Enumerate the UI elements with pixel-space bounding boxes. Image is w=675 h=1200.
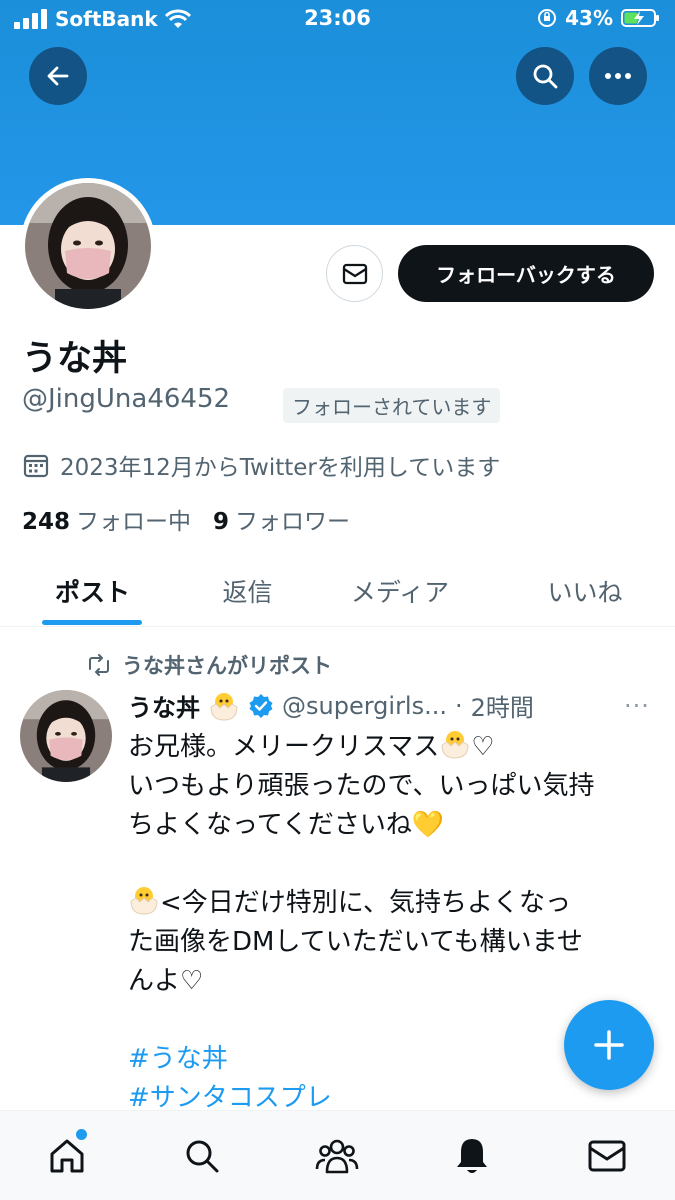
join-date-text: 2023年12月からTwitterを利用しています [60,455,501,481]
hatching-chick-icon [210,692,238,721]
hashtag-link[interactable]: #うな丼 [128,1044,228,1074]
join-date: 2023年12月からTwitterを利用しています [22,448,500,482]
people-icon [315,1139,359,1174]
tweet-line-5: <今日だけ特別に、気持ちよくなっ [160,888,572,918]
hatching-chick-icon [130,887,158,915]
yellow-heart-emoji: 💛 [411,810,445,840]
profile-avatar[interactable] [20,178,156,314]
followers-label: フォロワー [235,509,351,535]
active-tab-indicator [42,620,142,625]
tweet-author-name[interactable]: うな丼 [128,688,200,723]
following-count: 248 [22,509,71,535]
user-handle: @JingUna46452 [22,384,231,414]
repost-indicator[interactable]: うな丼さんがリポスト [86,650,332,680]
tab-replies[interactable]: 返信 [170,555,325,627]
following-label: フォロー中 [76,509,192,535]
hatching-chick-icon [441,731,469,759]
nav-communities[interactable] [314,1133,360,1179]
search-icon [533,64,558,89]
orientation-lock-icon [538,9,557,27]
hashtag-link[interactable]: #サンタコスプレ [128,1083,332,1113]
envelope-icon [342,263,367,284]
battery-charging-icon [621,9,659,27]
follow-back-button[interactable]: フォローバックする [398,245,654,302]
battery-percent: 43% [565,6,613,30]
repost-label: うな丼さんがリポスト [122,654,332,678]
following-link[interactable]: 248 フォロー中 [22,502,191,536]
tweet-line-2: いつもより頑張ったので、いっぱい気持 [128,771,595,801]
tweet-header: うな丼 @supergirls... · 2時間 [128,688,534,723]
tweet-more-button[interactable]: ··· [624,692,650,720]
status-bar: SoftBank 23:06 43% [0,0,675,38]
tweet-line-1: お兄様。メリークリスマス [128,732,440,762]
plus-icon [594,1030,624,1060]
tweet-line-1-heart: ♡ [471,732,495,762]
nav-notifications[interactable] [449,1133,495,1179]
more-options-button[interactable] [589,47,647,105]
search-button[interactable] [516,47,574,105]
tweet-line-7: んよ♡ [128,966,204,996]
followers-link[interactable]: 9 フォロワー [213,502,350,536]
arrow-left-icon [47,66,69,86]
profile-tabs: ポスト 返信 メディア いいね [0,555,675,627]
search-icon [186,1140,219,1173]
tab-posts[interactable]: ポスト [10,555,175,627]
tweet-author-avatar[interactable] [20,690,112,782]
tweet-line-6: た画像をDMしていただいても構いませ [128,927,583,957]
follows-you-badge: フォローされています [283,388,501,423]
more-horizontal-icon [605,73,631,79]
meta-separator: · [455,691,463,720]
compose-button[interactable] [564,1000,654,1090]
envelope-icon [588,1140,626,1172]
tweet-line-3: ちよくなってくださいね [128,810,412,840]
bell-icon [457,1139,487,1173]
tweet-timestamp[interactable]: 2時間 [471,688,534,723]
tweet-author-handle[interactable]: @supergirls... [282,692,447,720]
nav-search[interactable] [179,1133,225,1179]
nav-messages[interactable] [584,1133,630,1179]
display-name: うな丼 [22,339,128,379]
followers-count: 9 [213,509,230,535]
home-notification-dot [76,1129,87,1140]
repost-icon [89,654,109,676]
bottom-navigation [0,1110,675,1200]
avatar-image [25,183,151,309]
follow-stats: 248 フォロー中 9 フォロワー [22,502,350,536]
verified-badge-icon [249,693,273,718]
tab-likes[interactable]: いいね [505,555,665,627]
home-icon [50,1139,84,1173]
calendar-icon [23,454,49,478]
back-button[interactable] [29,47,87,105]
nav-home[interactable] [44,1133,90,1179]
avatar-image [20,690,112,782]
tab-media[interactable]: メディア [320,555,480,627]
message-button[interactable] [326,245,383,302]
